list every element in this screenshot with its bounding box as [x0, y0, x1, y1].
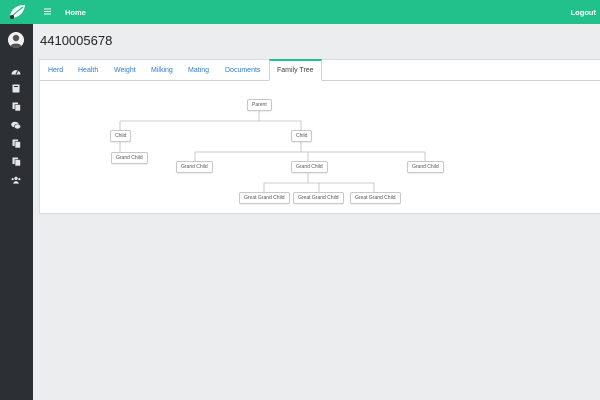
tree-node-grand-child[interactable]: Grand Child: [407, 161, 444, 173]
users-icon: [11, 176, 21, 184]
sidebar-item-dashboard[interactable]: [11, 66, 21, 76]
sidebar-item-comments[interactable]: [11, 120, 21, 130]
tree-node-grand-child[interactable]: Grand Child: [176, 161, 213, 173]
tree-node-child[interactable]: Child: [291, 130, 313, 142]
copy-icon: [12, 102, 21, 111]
tree-node-child[interactable]: Child: [110, 130, 132, 142]
sidebar-item-copy[interactable]: [11, 101, 21, 111]
tree-node-grand-child[interactable]: Grand Child: [291, 161, 328, 173]
avatar[interactable]: [8, 32, 24, 48]
dashboard-icon: [11, 69, 21, 74]
sidebar: [0, 0, 33, 400]
sidebar-item-documents[interactable]: [11, 156, 21, 166]
user-avatar-icon: [10, 34, 22, 48]
tree-node-great-grand-child[interactable]: Great Grand Child: [293, 192, 344, 204]
page-title: 4410005678: [40, 33, 113, 48]
content-panel: Herd Health Weight Milking Mating Docume…: [39, 59, 600, 214]
leaf-icon: [9, 5, 25, 19]
sidebar-item-book[interactable]: [11, 83, 21, 93]
leaf-logo[interactable]: [0, 0, 33, 24]
hamburger-menu-icon[interactable]: [44, 8, 51, 15]
book-icon: [12, 84, 20, 92]
documents-icon: [12, 157, 21, 166]
tree-node-great-grand-child[interactable]: Great Grand Child: [239, 192, 290, 204]
files-icon: [12, 139, 21, 148]
logout-link[interactable]: Logout: [571, 8, 596, 17]
sidebar-item-users[interactable]: [11, 175, 21, 185]
comments-icon: [11, 121, 21, 129]
tree-node-great-grand-child[interactable]: Great Grand Child: [350, 192, 401, 204]
home-link[interactable]: Home: [65, 8, 86, 17]
tree-node-parent[interactable]: Parent: [247, 99, 272, 111]
top-navbar: Home Logout: [33, 0, 600, 24]
tree-node-grand-child[interactable]: Grand Child: [111, 152, 148, 164]
sidebar-item-files[interactable]: [11, 138, 21, 148]
